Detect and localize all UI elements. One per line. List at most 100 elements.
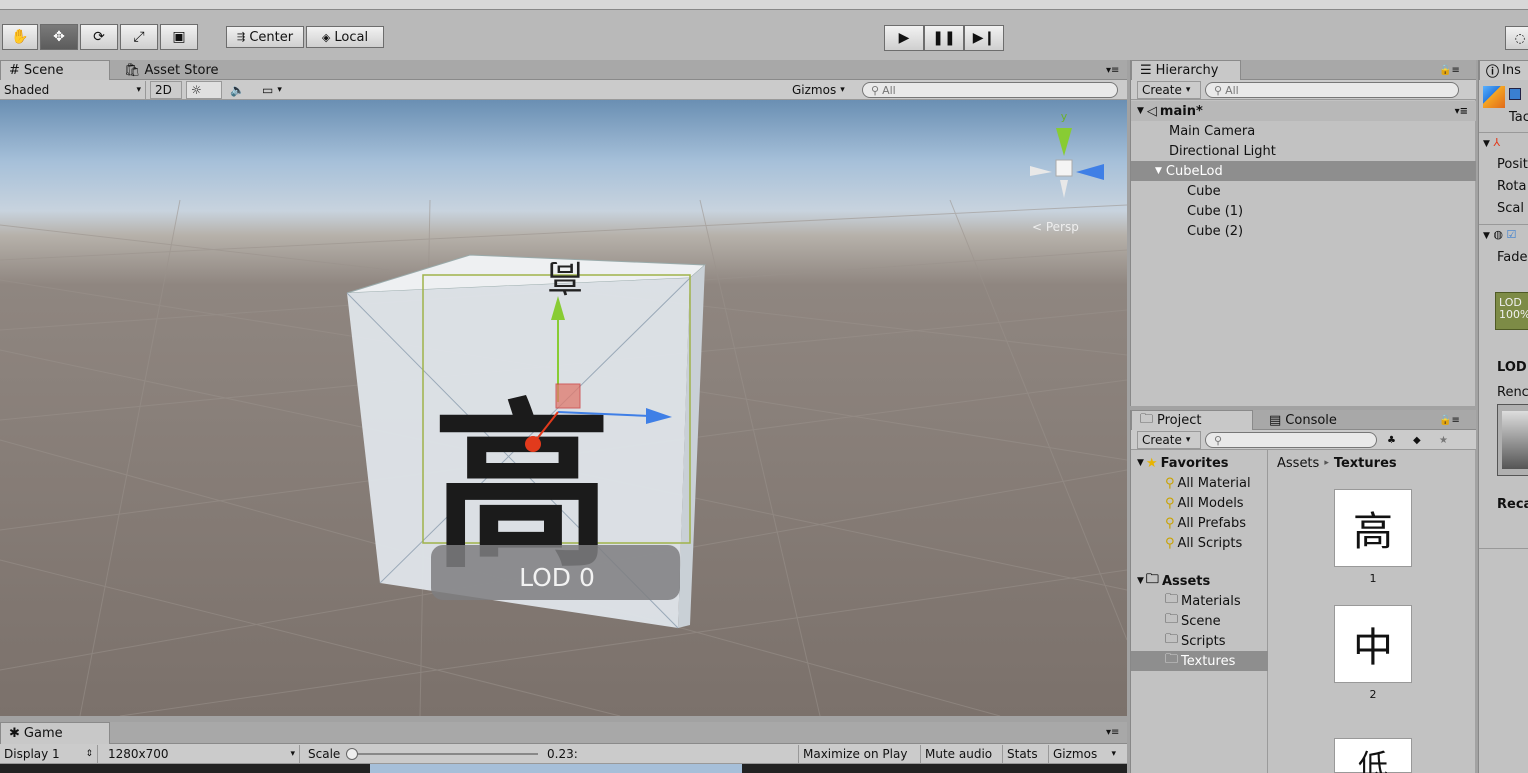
scale-slider-thumb[interactable] (346, 748, 358, 760)
orient-y-cone[interactable] (1056, 128, 1072, 156)
tree-fav-prefabs[interactable]: ⚲ All Prefabs (1131, 513, 1268, 533)
panel-menu-button[interactable]: ▾≡ (1098, 60, 1126, 80)
shading-mode-dropdown[interactable]: Shaded ▾ (0, 81, 146, 99)
project-menu-button[interactable]: 🔒≡ (1431, 410, 1471, 430)
orient-z-cone[interactable] (1076, 164, 1104, 180)
game-gizmos-dropdown[interactable]: Gizmos ▾ (1048, 745, 1120, 763)
2d-toggle[interactable]: 2D (150, 81, 182, 99)
mute-audio-toggle[interactable]: Mute audio (920, 745, 998, 763)
scene-search-input[interactable]: ⚲ All (862, 82, 1118, 98)
maximize-on-play-toggle[interactable]: Maximize on Play (798, 745, 916, 763)
step-button[interactable]: ▶❙ (964, 25, 1004, 51)
inspector-panel: ⓘ Ins Tac ▼ ⅄ Posit Rota Scal ▼ ◍ ☑ Fade… (1478, 60, 1528, 773)
lodgroup-header[interactable]: ▼ ◍ ☑ (1483, 228, 1516, 241)
tree-fav-materials[interactable]: ⚲ All Material (1131, 473, 1268, 493)
search-icon: ⚲ (871, 83, 880, 97)
tab-hierarchy[interactable]: ☰ Hierarchy (1131, 60, 1241, 80)
breadcrumb-root[interactable]: Assets (1277, 456, 1319, 471)
tree-favorites[interactable]: ▼ ★ Favorites (1131, 453, 1268, 473)
recalculate-bounds-button[interactable]: Reca (1497, 497, 1528, 512)
tab-inspector[interactable]: ⓘ Ins (1479, 60, 1528, 80)
hierarchy-item-cube[interactable]: Cube (1131, 181, 1476, 201)
space-local-button[interactable]: ◈ Local (306, 26, 384, 48)
lod-bar-segment[interactable]: LOD 100% (1495, 292, 1528, 330)
tree-fav-scripts[interactable]: ⚲ All Scripts (1131, 533, 1268, 553)
tab-console[interactable]: ▤ Console (1261, 410, 1371, 430)
tab-game[interactable]: ✱ Game (0, 722, 110, 744)
pivot-center-button[interactable]: ⇶ Center (226, 26, 304, 48)
hand-tool-button[interactable]: ✋ (2, 24, 38, 50)
divider (1479, 548, 1528, 549)
tree-item-label: All Models (1177, 495, 1244, 511)
menu-icon: ▾≡ (1454, 105, 1468, 117)
tab-project[interactable]: 🗀 Project (1131, 410, 1253, 430)
gizmo-plane-handle[interactable] (555, 383, 581, 409)
hierarchy-search-input[interactable]: ⚲ All (1205, 82, 1459, 98)
renderer-slot[interactable] (1497, 404, 1528, 476)
scene-root-row[interactable]: ▼ ◁ main* ▾≡ (1131, 101, 1476, 121)
project-tree: ▼ ★ Favorites ⚲ All Material ⚲ All Model… (1131, 450, 1268, 773)
hierarchy-menu-button[interactable]: 🔒≡ (1431, 60, 1471, 80)
texture-tile-1[interactable]: 高 (1334, 489, 1412, 567)
transform-header[interactable]: ▼ ⅄ (1483, 136, 1500, 149)
filter-by-label-button[interactable]: ◆ (1409, 431, 1433, 449)
game-render (370, 764, 742, 773)
shading-mode-label: Shaded (4, 83, 50, 97)
favorites-star-button[interactable]: ★ (1435, 431, 1459, 449)
orient-x-cone[interactable] (1030, 166, 1052, 176)
persp-label[interactable]: < Persp (1032, 220, 1079, 234)
filter-by-type-button[interactable]: ♣ (1383, 431, 1407, 449)
move-tool-button[interactable]: ✥ (40, 24, 78, 50)
gizmo-z-handle[interactable] (525, 436, 541, 452)
game-view[interactable] (0, 764, 1127, 773)
breadcrumb-current[interactable]: Textures (1334, 456, 1397, 471)
collab-button[interactable]: ◌ (1505, 26, 1528, 50)
tree-item-label: Materials (1181, 593, 1241, 609)
hierarchy-item-label: Cube (1) (1187, 203, 1244, 219)
gizmos-dropdown[interactable]: Gizmos ▾ (788, 81, 854, 99)
menu-bar (0, 0, 1528, 10)
tab-asset-store[interactable]: 🛍 Asset Store (116, 60, 236, 80)
orient-neg-y-cone[interactable] (1060, 180, 1068, 198)
tree-folder-materials[interactable]: 🗀 Materials (1131, 591, 1268, 611)
stats-toggle[interactable]: Stats (1002, 745, 1046, 763)
scale-slider-track[interactable] (350, 753, 538, 755)
tree-assets[interactable]: ▼ 🗀 Assets (1131, 571, 1268, 591)
display-dropdown[interactable]: Display 1 ⇕ (0, 745, 98, 763)
texture-tile-3[interactable]: 低 (1334, 738, 1412, 773)
hierarchy-item-main-camera[interactable]: Main Camera (1131, 121, 1476, 141)
orient-center-cube[interactable] (1055, 159, 1073, 177)
fade-mode-label: Fade (1497, 250, 1528, 265)
active-checkbox[interactable] (1509, 88, 1521, 100)
hierarchy-item-directional-light[interactable]: Directional Light (1131, 141, 1476, 161)
store-icon: 🛍 (124, 62, 141, 78)
hierarchy-item-cube-1[interactable]: Cube (1) (1131, 201, 1476, 221)
game-menu-button[interactable]: ▾≡ (1098, 722, 1126, 742)
orientation-gizmo[interactable]: y (1030, 110, 1104, 198)
lod-segment-percent: 100% (1499, 308, 1528, 321)
tab-scene[interactable]: # Scene (0, 60, 110, 80)
lighting-toggle[interactable]: ☼ (186, 81, 222, 99)
rotate-tool-button[interactable]: ⟳ (80, 24, 118, 50)
tree-folder-scene[interactable]: 🗀 Scene (1131, 611, 1268, 631)
pause-button[interactable]: ❚❚ (924, 25, 964, 51)
resolution-dropdown[interactable]: 1280x700 ▾ (104, 745, 300, 763)
assets-label: Assets (1161, 573, 1211, 589)
project-search-input[interactable]: ⚲ (1205, 432, 1377, 448)
hierarchy-item-cubelod[interactable]: ▼ CubeLod (1131, 161, 1476, 181)
rect-tool-button[interactable]: ▣ (160, 24, 198, 50)
scale-tool-button[interactable]: ⤢ (120, 24, 158, 50)
audio-toggle[interactable]: 🔈 (226, 81, 254, 99)
texture-tile-2[interactable]: 中 (1334, 605, 1412, 683)
play-button[interactable]: ▶ (884, 25, 924, 51)
tree-fav-models[interactable]: ⚲ All Models (1131, 493, 1268, 513)
hierarchy-item-cube-2[interactable]: Cube (2) (1131, 221, 1476, 241)
tree-folder-textures[interactable]: 🗀 Textures (1131, 651, 1268, 671)
scale-value: 0.23: (543, 745, 603, 763)
scene-view[interactable]: 高 高 LOD 0 y < Persp (0, 100, 1127, 716)
tree-folder-scripts[interactable]: 🗀 Scripts (1131, 631, 1268, 651)
hierarchy-create-dropdown[interactable]: Create ▾ (1137, 81, 1201, 99)
project-create-dropdown[interactable]: Create ▾ (1137, 431, 1201, 449)
chevron-down-icon: ▾ (290, 749, 295, 759)
effects-dropdown[interactable]: ▭ ▾ (258, 81, 302, 99)
